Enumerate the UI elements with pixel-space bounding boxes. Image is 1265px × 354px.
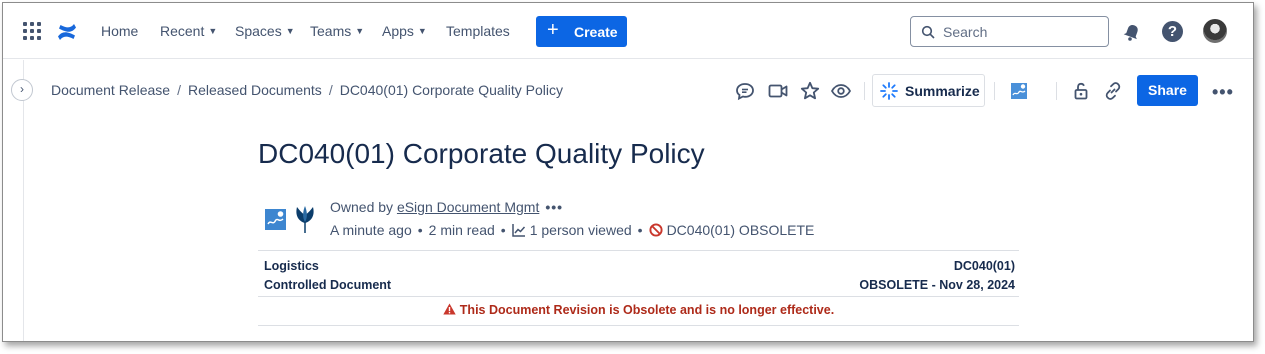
more-icon[interactable]: ••• <box>1212 82 1234 103</box>
document-header-table: Logistics Controlled Document DC040(01) … <box>258 250 1019 326</box>
star-icon[interactable] <box>799 80 821 102</box>
plus-icon: + <box>547 19 559 41</box>
analytics-icon <box>511 224 525 237</box>
document-category: Logistics <box>264 259 319 273</box>
tulip-logo-icon <box>296 206 314 234</box>
nav-recent[interactable]: Recent ▼ <box>160 23 217 39</box>
document-type: Controlled Document <box>264 278 392 292</box>
toolbar-divider <box>1056 82 1057 100</box>
nav-teams[interactable]: Teams ▼ <box>310 23 364 39</box>
obsolete-warning-text: This Document Revision is Obsolete and i… <box>459 303 835 317</box>
notifications-icon[interactable] <box>1122 22 1142 42</box>
nav-recent-label: Recent <box>160 23 205 39</box>
nav-templates-label: Templates <box>446 23 510 39</box>
summarize-button[interactable]: Summarize <box>872 74 985 107</box>
video-icon[interactable] <box>767 80 789 102</box>
chevron-down-icon: ▼ <box>417 26 427 36</box>
page-title: DC040(01) Corporate Quality Policy <box>258 138 705 169</box>
chevron-down-icon: ▼ <box>355 26 365 36</box>
search-placeholder: Search <box>943 24 988 40</box>
toolbar-divider <box>994 82 995 100</box>
owner-avatars <box>265 206 314 234</box>
restrictions-icon[interactable] <box>1070 80 1092 102</box>
read-time: 2 min read <box>428 222 495 238</box>
comment-icon[interactable] <box>734 80 756 102</box>
breadcrumb-separator: / <box>177 82 181 98</box>
create-label: Create <box>574 24 618 40</box>
view-count[interactable]: 1 person viewed <box>530 222 632 238</box>
document-state: OBSOLETE - Nov 28, 2024 <box>859 278 1015 292</box>
page-metadata: A minute ago • 2 min read • 1 person viewed •… <box>330 222 815 238</box>
warning-icon <box>443 303 456 315</box>
app-switcher-icon[interactable] <box>23 22 41 40</box>
breadcrumb-separator: / <box>328 82 333 98</box>
toolbar-divider <box>864 82 865 100</box>
owner-link[interactable]: eSign Document Mgmt <box>397 199 539 215</box>
document-info-row: Logistics Controlled Document DC040(01) … <box>258 251 1019 297</box>
nav-templates[interactable]: Templates <box>446 23 510 39</box>
nav-home[interactable]: Home <box>101 23 138 39</box>
link-icon[interactable] <box>1102 80 1124 102</box>
nav-apps-label: Apps <box>382 23 414 39</box>
ai-sparkle-icon <box>880 82 898 100</box>
help-icon[interactable]: ? <box>1162 21 1183 42</box>
breadcrumb: Document Release / Released Documents / DC04… <box>51 82 563 98</box>
top-navigation: Home Recent ▼ Spaces ▼ Teams ▼ Apps ▼ Templa… <box>3 3 1253 59</box>
esign-app-icon <box>265 209 286 230</box>
obsolete-warning: This Document Revision is Obsolete and i… <box>258 303 1019 317</box>
summarize-label: Summarize <box>905 83 980 99</box>
table-divider <box>258 325 1019 326</box>
esign-app-icon[interactable] <box>1008 80 1030 102</box>
document-status[interactable]: DC040(01) OBSOLETE <box>667 222 815 238</box>
search-input[interactable]: Search <box>910 16 1109 47</box>
watch-icon[interactable] <box>830 80 852 102</box>
sidebar-divider <box>23 60 24 341</box>
breadcrumb-item[interactable]: DC040(01) Corporate Quality Policy <box>340 82 563 98</box>
search-icon <box>921 25 935 39</box>
nav-teams-label: Teams <box>310 23 352 39</box>
owned-by-prefix: Owned by <box>330 199 397 215</box>
nav-home-label: Home <box>101 23 139 39</box>
confluence-logo-icon[interactable] <box>55 20 79 44</box>
chevron-down-icon: ▼ <box>208 26 218 36</box>
obsolete-status-icon <box>649 223 663 237</box>
document-id: DC040(01) <box>953 259 1015 273</box>
share-button[interactable]: Share <box>1137 75 1198 106</box>
nav-apps[interactable]: Apps ▼ <box>382 23 427 39</box>
owner-more-icon[interactable]: ••• <box>545 199 563 215</box>
avatar[interactable] <box>1203 19 1227 43</box>
owner-line: Owned by eSign Document Mgmt ••• <box>330 199 563 215</box>
last-updated[interactable]: A minute ago <box>330 222 412 238</box>
expand-sidebar-button[interactable]: › <box>11 79 33 101</box>
app-window: Home Recent ▼ Spaces ▼ Teams ▼ Apps ▼ Templa… <box>2 2 1254 342</box>
nav-spaces[interactable]: Spaces ▼ <box>235 23 295 39</box>
nav-spaces-label: Spaces <box>235 23 282 39</box>
chevron-down-icon: ▼ <box>285 26 295 36</box>
breadcrumb-item[interactable]: Released Documents <box>188 82 322 98</box>
breadcrumb-item[interactable]: Document Release <box>51 82 170 98</box>
create-button[interactable]: + Create <box>536 16 627 47</box>
